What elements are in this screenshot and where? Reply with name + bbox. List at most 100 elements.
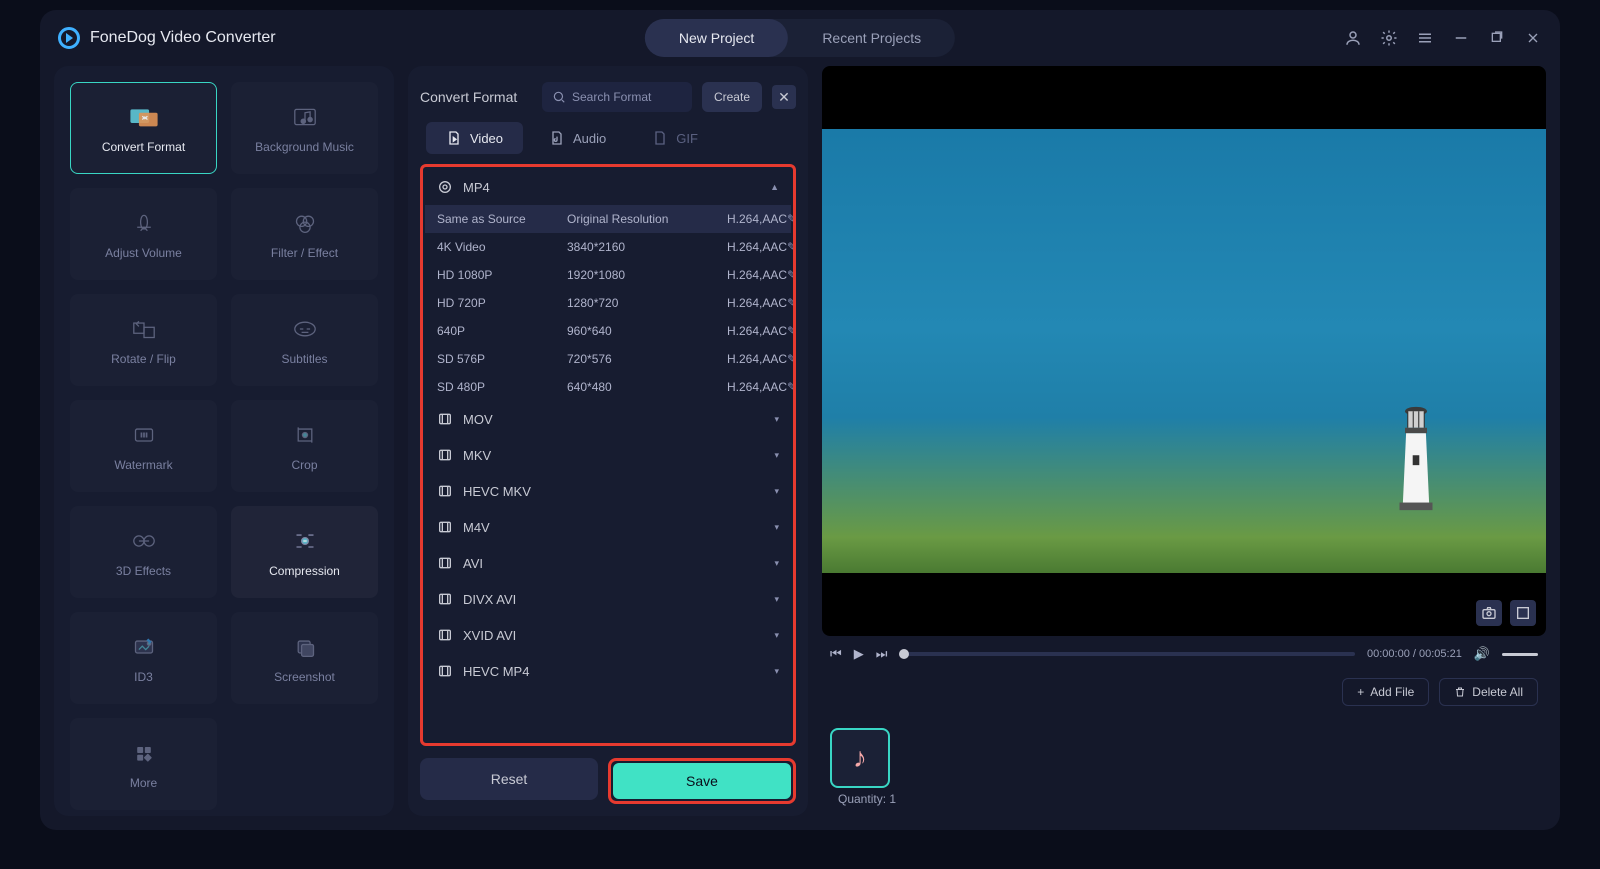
format-group: DIVX AVI▾ bbox=[425, 581, 791, 617]
account-icon[interactable] bbox=[1344, 29, 1362, 47]
chevron-down-icon: ▾ bbox=[774, 414, 779, 425]
tool-crop[interactable]: Crop bbox=[231, 400, 378, 492]
time-display: 00:00:00 / 00:05:21 bbox=[1367, 648, 1462, 660]
format-group: HEVC MKV▾ bbox=[425, 473, 791, 509]
format-tab-gif[interactable]: GIF bbox=[632, 122, 718, 154]
tool-label: Rotate / Flip bbox=[111, 352, 176, 366]
adjust-volume-icon bbox=[126, 208, 162, 238]
tool-watermark[interactable]: Watermark bbox=[70, 400, 217, 492]
prev-button[interactable]: ⏮ bbox=[830, 646, 842, 662]
filter-effect-icon bbox=[287, 208, 323, 238]
tool-filter-effect[interactable]: Filter / Effect bbox=[231, 188, 378, 280]
format-row[interactable]: SD 576P720*576H.264,AAC✎ bbox=[425, 345, 791, 373]
format-group-header[interactable]: MKV▾ bbox=[425, 437, 791, 473]
tool-label: ID3 bbox=[134, 670, 153, 684]
rotate-flip-icon bbox=[126, 314, 162, 344]
tool-id3[interactable]: ID3 bbox=[70, 612, 217, 704]
tool-label: Filter / Effect bbox=[271, 246, 338, 260]
format-tab-audio[interactable]: Audio bbox=[529, 122, 626, 154]
edit-icon[interactable]: ✎ bbox=[787, 240, 796, 254]
edit-icon[interactable]: ✎ bbox=[787, 212, 796, 226]
format-row[interactable]: HD 720P1280*720H.264,AAC✎ bbox=[425, 289, 791, 317]
tool-label: Compression bbox=[269, 564, 340, 578]
format-row[interactable]: HD 1080P1920*1080H.264,AAC✎ bbox=[425, 261, 791, 289]
film-icon bbox=[437, 483, 453, 499]
app-logo-wrap: FoneDog Video Converter bbox=[58, 27, 276, 49]
format-group-mp4-header[interactable]: MP4 ▲ bbox=[425, 169, 791, 205]
format-row-header[interactable]: Same as SourceOriginal ResolutionH.264,A… bbox=[425, 205, 791, 233]
tool-compression[interactable]: Compression bbox=[231, 506, 378, 598]
format-group: AVI▾ bbox=[425, 545, 791, 581]
tool-label: Adjust Volume bbox=[105, 246, 182, 260]
format-row[interactable]: 4K Video3840*2160H.264,AAC✎ bbox=[425, 233, 791, 261]
reset-button[interactable]: Reset bbox=[420, 758, 598, 800]
tool-label: Background Music bbox=[255, 140, 354, 154]
lighthouse-illustration bbox=[1383, 401, 1449, 514]
play-button[interactable]: ▶ bbox=[854, 646, 864, 662]
fullscreen-icon[interactable] bbox=[1510, 600, 1536, 626]
tool-background-music[interactable]: Background Music bbox=[231, 82, 378, 174]
preview-pane: ⏮ ▶ ⏭ 00:00:00 / 00:05:21 🔊 + Add File D… bbox=[822, 66, 1546, 816]
music-note-icon: ♪ bbox=[853, 742, 867, 774]
edit-icon[interactable]: ✎ bbox=[787, 352, 796, 366]
snapshot-icon[interactable] bbox=[1476, 600, 1502, 626]
tool-more[interactable]: More bbox=[70, 718, 217, 810]
tab-recent-projects[interactable]: Recent Projects bbox=[788, 19, 955, 57]
format-group-header[interactable]: DIVX AVI▾ bbox=[425, 581, 791, 617]
tab-new-project[interactable]: New Project bbox=[645, 19, 788, 57]
seek-bar[interactable] bbox=[899, 652, 1355, 656]
next-button[interactable]: ⏭ bbox=[876, 646, 888, 662]
volume-icon[interactable]: 🔊 bbox=[1474, 646, 1490, 662]
format-group-header[interactable]: AVI▾ bbox=[425, 545, 791, 581]
close-panel-button[interactable]: ✕ bbox=[772, 85, 796, 109]
audio-file-icon bbox=[549, 130, 565, 146]
format-group-header[interactable]: MOV▾ bbox=[425, 401, 791, 437]
search-format-input[interactable]: Search Format bbox=[542, 82, 692, 112]
delete-all-button[interactable]: Delete All bbox=[1439, 678, 1538, 706]
edit-icon[interactable]: ✎ bbox=[787, 324, 796, 338]
minimize-icon[interactable] bbox=[1452, 29, 1470, 47]
player-controls: ⏮ ▶ ⏭ 00:00:00 / 00:05:21 🔊 bbox=[822, 646, 1546, 662]
compression-icon bbox=[287, 526, 323, 556]
formats-list: MP4 ▲ Same as SourceOriginal ResolutionH… bbox=[420, 164, 796, 746]
background-music-icon bbox=[287, 102, 323, 132]
format-tab-video[interactable]: Video bbox=[426, 122, 523, 154]
add-file-button[interactable]: + Add File bbox=[1342, 678, 1429, 706]
format-group-header[interactable]: HEVC MP4▾ bbox=[425, 653, 791, 689]
tool-adjust-volume[interactable]: Adjust Volume bbox=[70, 188, 217, 280]
chevron-down-icon: ▾ bbox=[774, 630, 779, 641]
top-tabs: New Project Recent Projects bbox=[645, 19, 955, 57]
format-group-header[interactable]: M4V▾ bbox=[425, 509, 791, 545]
seek-handle[interactable] bbox=[899, 649, 909, 659]
save-button[interactable]: Save bbox=[613, 763, 791, 799]
tool-screenshot[interactable]: Screenshot bbox=[231, 612, 378, 704]
chevron-down-icon: ▾ bbox=[774, 486, 779, 497]
more-icon bbox=[126, 738, 162, 768]
tool-convert-format[interactable]: Convert Format bbox=[70, 82, 217, 174]
create-format-button[interactable]: Create bbox=[702, 82, 762, 112]
tool-rotate-flip[interactable]: Rotate / Flip bbox=[70, 294, 217, 386]
maximize-icon[interactable] bbox=[1488, 29, 1506, 47]
tool-label: 3D Effects bbox=[116, 564, 171, 578]
tool-subtitles[interactable]: Subtitles bbox=[231, 294, 378, 386]
quantity-label: Quantity: 1 bbox=[830, 788, 904, 810]
edit-icon[interactable]: ✎ bbox=[787, 296, 796, 310]
tool-3d-effects[interactable]: 3D Effects bbox=[70, 506, 217, 598]
volume-bar[interactable] bbox=[1502, 653, 1538, 656]
film-icon bbox=[437, 591, 453, 607]
close-icon[interactable] bbox=[1524, 29, 1542, 47]
format-row[interactable]: SD 480P640*480H.264,AAC✎ bbox=[425, 373, 791, 401]
format-row[interactable]: 640P960*640H.264,AAC✎ bbox=[425, 317, 791, 345]
app-logo-icon bbox=[58, 27, 80, 49]
gif-file-icon bbox=[652, 130, 668, 146]
chevron-down-icon: ▾ bbox=[774, 450, 779, 461]
format-group-header[interactable]: HEVC MKV▾ bbox=[425, 473, 791, 509]
format-group: MKV▾ bbox=[425, 437, 791, 473]
edit-icon[interactable]: ✎ bbox=[787, 268, 796, 282]
tool-label: Convert Format bbox=[102, 140, 185, 154]
format-group-header[interactable]: XVID AVI▾ bbox=[425, 617, 791, 653]
file-thumbnail[interactable]: ♪ bbox=[830, 728, 890, 788]
edit-icon[interactable]: ✎ bbox=[787, 380, 796, 394]
menu-icon[interactable] bbox=[1416, 29, 1434, 47]
settings-icon[interactable] bbox=[1380, 29, 1398, 47]
